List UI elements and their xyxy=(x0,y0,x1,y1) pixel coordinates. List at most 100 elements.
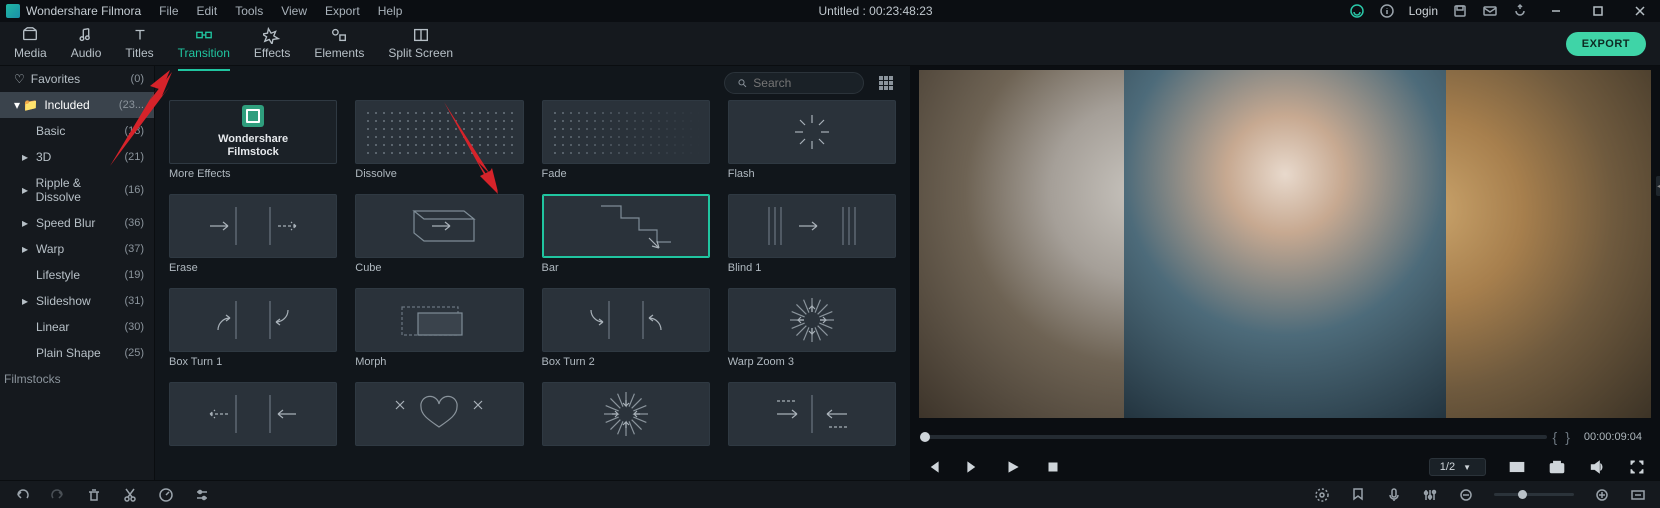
effect-thumb[interactable] xyxy=(728,194,896,258)
effect-label: Cube xyxy=(355,262,523,274)
support-icon[interactable] xyxy=(1349,3,1365,19)
cut-icon[interactable] xyxy=(122,487,138,503)
login-button[interactable]: Login xyxy=(1409,4,1438,18)
play-button[interactable] xyxy=(1004,458,1022,476)
stop-button[interactable] xyxy=(1044,458,1062,476)
updates-icon[interactable] xyxy=(1512,3,1528,19)
sidebar-collapse-handle[interactable]: ◀ xyxy=(1656,176,1660,196)
tab-splitscreen[interactable]: Split Screen xyxy=(388,26,453,62)
tab-media[interactable]: Media xyxy=(14,26,47,62)
tab-elements[interactable]: Elements xyxy=(314,26,364,62)
mark-out-icon[interactable]: } xyxy=(1563,429,1572,445)
snapshot-icon[interactable] xyxy=(1548,458,1566,476)
effect-thumb[interactable]: WondershareFilmstock xyxy=(169,100,337,164)
effect-arrows4[interactable] xyxy=(728,382,896,450)
speed-icon[interactable] xyxy=(158,487,174,503)
sidebar-item-lifestyle[interactable]: Lifestyle(19) xyxy=(0,262,154,288)
menu-export[interactable]: Export xyxy=(325,4,360,18)
effect-thumb[interactable] xyxy=(728,288,896,352)
effect-dissolve[interactable]: Dissolve xyxy=(355,100,523,180)
effect-thumb[interactable] xyxy=(728,382,896,446)
info-icon[interactable] xyxy=(1379,3,1395,19)
effect-thumb[interactable] xyxy=(728,100,896,164)
marker-icon[interactable] xyxy=(1350,487,1366,503)
effect-fade[interactable]: Fade xyxy=(542,100,710,180)
sidebar-item-plainshape[interactable]: Plain Shape(25) xyxy=(0,340,154,366)
fullscreen-icon[interactable] xyxy=(1628,458,1646,476)
zoom-slider[interactable] xyxy=(1494,493,1574,496)
sidebar-item-ripple[interactable]: ▸Ripple & Dissolve(16) xyxy=(0,170,154,210)
zoom-fit-icon[interactable] xyxy=(1630,487,1646,503)
effect-thumb[interactable] xyxy=(542,100,710,164)
effect-heart[interactable] xyxy=(355,382,523,450)
grid-view-icon[interactable] xyxy=(876,73,896,93)
effect-cube[interactable]: Cube xyxy=(355,194,523,274)
effect-thumb[interactable] xyxy=(355,382,523,446)
sidebar-item-basic[interactable]: Basic(18) xyxy=(0,118,154,144)
effect-label: Warp Zoom 3 xyxy=(728,356,896,368)
window-minimize[interactable] xyxy=(1542,0,1570,22)
sidebar-item-slideshow[interactable]: ▸Slideshow(31) xyxy=(0,288,154,314)
playhead-slider[interactable] xyxy=(920,435,1547,439)
volume-icon[interactable] xyxy=(1588,458,1606,476)
effect-box-turn-1[interactable]: Box Turn 1 xyxy=(169,288,337,368)
search-box[interactable] xyxy=(724,72,864,94)
sidebar-item-3d[interactable]: ▸3D(21) xyxy=(0,144,154,170)
menu-tools[interactable]: Tools xyxy=(235,4,263,18)
undo-icon[interactable] xyxy=(14,487,30,503)
sidebar-item-warp[interactable]: ▸Warp(37) xyxy=(0,236,154,262)
save-icon[interactable] xyxy=(1452,3,1468,19)
effect-label: Morph xyxy=(355,356,523,368)
step-forward-button[interactable] xyxy=(964,458,982,476)
sidebar-item-linear[interactable]: Linear(30) xyxy=(0,314,154,340)
effect-erase2[interactable] xyxy=(169,382,337,450)
effect-thumb[interactable] xyxy=(169,194,337,258)
menu-file[interactable]: File xyxy=(159,4,178,18)
effect-bar[interactable]: Bar xyxy=(542,194,710,274)
effect-morph[interactable]: Morph xyxy=(355,288,523,368)
adjust-icon[interactable] xyxy=(194,487,210,503)
sidebar-included[interactable]: ▾ 📁 Included (23... xyxy=(0,92,154,118)
delete-icon[interactable] xyxy=(86,487,102,503)
effect-warp-zoom-3[interactable]: Warp Zoom 3 xyxy=(728,288,896,368)
zoom-in-icon[interactable] xyxy=(1594,487,1610,503)
tab-titles[interactable]: Titles xyxy=(125,26,153,62)
redo-icon[interactable] xyxy=(50,487,66,503)
preview-quality-icon[interactable] xyxy=(1508,458,1526,476)
tab-transition[interactable]: Transition xyxy=(178,26,230,62)
tab-effects[interactable]: Effects xyxy=(254,26,290,62)
effect-thumb[interactable] xyxy=(169,288,337,352)
window-maximize[interactable] xyxy=(1584,0,1612,22)
effect-thumb[interactable] xyxy=(542,194,710,258)
sidebar-filmstocks[interactable]: Filmstocks xyxy=(0,366,154,392)
effect-thumb[interactable] xyxy=(355,100,523,164)
effect-erase[interactable]: Erase xyxy=(169,194,337,274)
mixer-icon[interactable] xyxy=(1422,487,1438,503)
effect-thumb[interactable] xyxy=(169,382,337,446)
preview-scale[interactable]: 1/2▼ xyxy=(1429,458,1486,476)
tab-audio[interactable]: Audio xyxy=(71,26,102,62)
effect-blind-1[interactable]: Blind 1 xyxy=(728,194,896,274)
effect-thumb[interactable] xyxy=(355,288,523,352)
mark-in-icon[interactable]: { xyxy=(1551,429,1560,445)
effect-thumb[interactable] xyxy=(355,194,523,258)
menu-view[interactable]: View xyxy=(281,4,307,18)
effect-thumb[interactable] xyxy=(542,382,710,446)
effect-box-turn-2[interactable]: Box Turn 2 xyxy=(542,288,710,368)
effect-warpzoom2[interactable] xyxy=(542,382,710,450)
voiceover-icon[interactable] xyxy=(1386,487,1402,503)
render-icon[interactable] xyxy=(1314,487,1330,503)
effect-flash[interactable]: Flash xyxy=(728,100,896,180)
menu-help[interactable]: Help xyxy=(378,4,403,18)
export-button[interactable]: EXPORT xyxy=(1566,32,1646,56)
sidebar-favorites[interactable]: ♡ Favorites (0) xyxy=(0,66,154,92)
effect-thumb[interactable] xyxy=(542,288,710,352)
window-close[interactable] xyxy=(1626,0,1654,22)
mail-icon[interactable] xyxy=(1482,3,1498,19)
menu-edit[interactable]: Edit xyxy=(197,4,218,18)
sidebar-item-speedblur[interactable]: ▸Speed Blur(36) xyxy=(0,210,154,236)
step-back-button[interactable] xyxy=(924,458,942,476)
search-input[interactable] xyxy=(753,76,851,90)
zoom-out-icon[interactable] xyxy=(1458,487,1474,503)
effect-more-effects[interactable]: WondershareFilmstockMore Effects xyxy=(169,100,337,180)
